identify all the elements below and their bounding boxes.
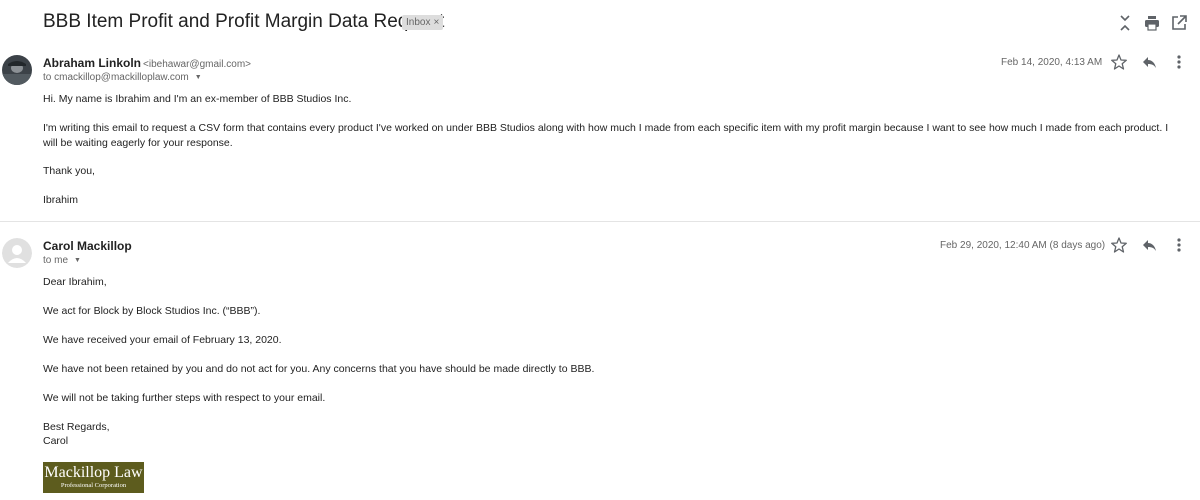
email-body-paragraph: We will not be taking further steps with… bbox=[43, 392, 326, 404]
print-icon[interactable] bbox=[1143, 14, 1161, 32]
more-options-icon[interactable] bbox=[1170, 236, 1188, 254]
email-body-paragraph: Best Regards, bbox=[43, 421, 110, 433]
recipient-line[interactable]: to me ▼ bbox=[43, 255, 81, 266]
message-divider bbox=[0, 221, 1200, 222]
email-body-paragraph: Thank you, bbox=[43, 165, 95, 177]
sender-email: <ibehawar@gmail.com> bbox=[143, 59, 251, 70]
sender-avatar bbox=[2, 55, 32, 85]
show-details-caret-icon[interactable]: ▼ bbox=[195, 74, 202, 81]
sender-name: Abraham Linkoln <ibehawar@gmail.com> bbox=[43, 56, 251, 70]
show-details-caret-icon[interactable]: ▼ bbox=[74, 257, 81, 264]
inbox-label-chip[interactable]: Inbox × bbox=[402, 15, 444, 30]
logo-title: Mackillop Law bbox=[44, 464, 143, 481]
email-body-paragraph: Ibrahim bbox=[43, 194, 79, 206]
recipient-text: to cmackillop@mackilloplaw.com bbox=[43, 72, 189, 83]
email-body-paragraph: Carol bbox=[43, 435, 69, 447]
inbox-label-text: Inbox bbox=[406, 17, 431, 28]
collapse-all-icon[interactable] bbox=[1116, 14, 1134, 32]
sender-avatar bbox=[2, 238, 32, 268]
open-in-new-window-icon[interactable] bbox=[1170, 14, 1188, 32]
mackillop-law-logo: Mackillop Law Professional Corporation bbox=[43, 462, 144, 493]
email-body-paragraph: We act for Block by Block Studios Inc. (… bbox=[43, 305, 261, 317]
logo-subtitle: Professional Corporation bbox=[60, 482, 127, 489]
sender-name-text: Abraham Linkoln bbox=[43, 56, 142, 70]
remove-label-icon[interactable]: × bbox=[433, 17, 439, 28]
email-body-paragraph: Hi. My name is Ibrahim and I'm an ex-mem… bbox=[43, 93, 352, 105]
sender-name-text: Carol Mackillop bbox=[43, 239, 132, 253]
more-options-icon[interactable] bbox=[1170, 53, 1188, 71]
star-icon[interactable] bbox=[1110, 236, 1128, 254]
recipient-line[interactable]: to cmackillop@mackilloplaw.com ▼ bbox=[43, 72, 202, 83]
email-body-paragraph: We have received your email of February … bbox=[43, 334, 282, 346]
thread-header: BBB Item Profit and Profit Margin Data R… bbox=[0, 0, 1200, 46]
message-date: Feb 14, 2020, 4:13 AM bbox=[1001, 57, 1103, 68]
reply-icon[interactable] bbox=[1140, 53, 1158, 71]
recipient-text: to me bbox=[43, 255, 69, 266]
email-body-paragraph: We have not been retained by you and do … bbox=[43, 363, 595, 375]
email-body-paragraph: Dear Ibrahim, bbox=[43, 276, 107, 288]
message-date: Feb 29, 2020, 12:40 AM (8 days ago) bbox=[940, 240, 1106, 251]
reply-icon[interactable] bbox=[1140, 236, 1158, 254]
sender-name: Carol Mackillop bbox=[43, 239, 132, 253]
email-subject: BBB Item Profit and Profit Margin Data R… bbox=[43, 11, 445, 32]
email-body-paragraph: I'm writing this email to request a CSV … bbox=[43, 122, 1169, 149]
star-icon[interactable] bbox=[1110, 53, 1128, 71]
